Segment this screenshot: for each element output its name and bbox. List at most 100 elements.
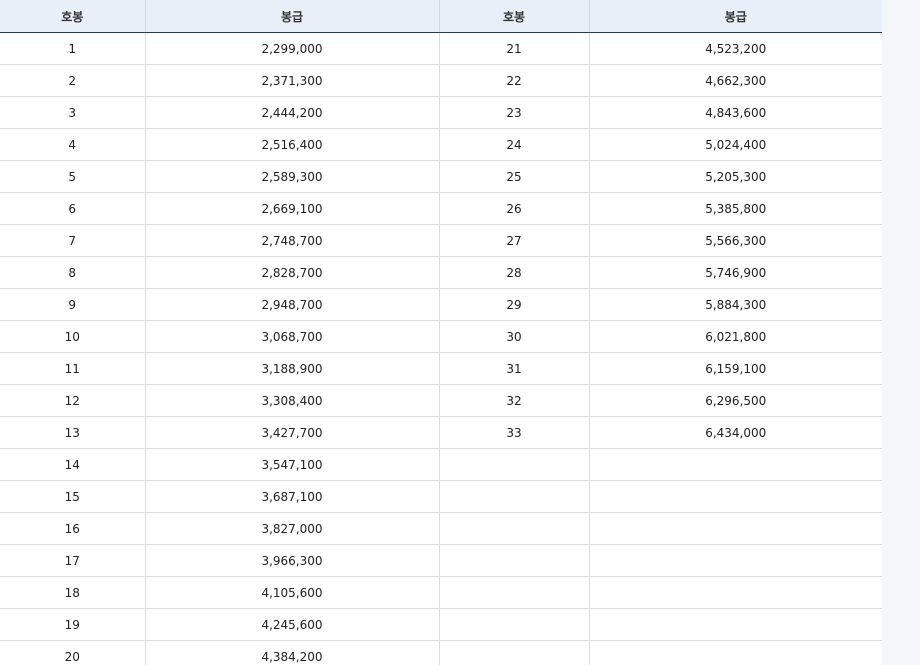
step-cell-left: 19 [0,608,145,641]
salary-cell-left: 2,444,200 [144,96,439,129]
salary-cell-right: 5,566,300 [588,224,882,257]
salary-cell-left: 2,828,700 [144,256,439,289]
step-cell-right: 33 [438,416,589,449]
table-row: 16 3,827,000 [0,512,882,545]
table-row: 19 4,245,600 [0,608,882,641]
step-cell-left: 7 [0,224,145,257]
table-row: 8 2,828,700 28 5,746,900 [0,256,882,289]
table-row: 20 4,384,200 [0,640,882,665]
step-cell-right [438,608,589,641]
table-row: 11 3,188,900 31 6,159,100 [0,352,882,385]
table-row: 18 4,105,600 [0,576,882,609]
step-cell-right [438,512,589,545]
salary-cell-left: 3,427,700 [144,416,439,449]
step-cell-left: 2 [0,64,145,97]
step-cell-left: 20 [0,640,145,665]
step-cell-right [438,576,589,609]
step-cell-right: 27 [438,224,589,257]
step-cell-right: 25 [438,160,589,193]
salary-cell-right: 6,021,800 [588,320,882,353]
salary-cell-left: 3,547,100 [144,448,439,481]
step-cell-left: 14 [0,448,145,481]
salary-cell-right: 5,746,900 [588,256,882,289]
table-row: 12 3,308,400 32 6,296,500 [0,384,882,417]
salary-cell-left: 3,966,300 [144,544,439,577]
salary-step-table: 호봉 봉급 호봉 봉급 1 2,299,000 21 4,523,200 2 2,371,… [0,0,882,665]
step-cell-left: 10 [0,320,145,353]
step-cell-right: 24 [438,128,589,161]
step-cell-right: 28 [438,256,589,289]
salary-cell-left: 3,188,900 [144,352,439,385]
salary-cell-left: 3,827,000 [144,512,439,545]
step-cell-right: 23 [438,96,589,129]
salary-cell-left: 2,299,000 [144,32,439,65]
table-header: 호봉 봉급 호봉 봉급 [0,0,882,33]
step-cell-left: 12 [0,384,145,417]
step-cell-right [438,448,589,481]
table-row: 1 2,299,000 21 4,523,200 [0,32,882,65]
salary-cell-right: 5,024,400 [588,128,882,161]
salary-cell-left: 4,105,600 [144,576,439,609]
salary-cell-left: 2,371,300 [144,64,439,97]
salary-cell-right [588,480,882,513]
salary-cell-left: 2,948,700 [144,288,439,321]
table-row: 7 2,748,700 27 5,566,300 [0,224,882,257]
salary-cell-left: 2,669,100 [144,192,439,225]
header-row: 호봉 봉급 호봉 봉급 [0,0,882,33]
salary-cell-left: 2,748,700 [144,224,439,257]
step-cell-left: 15 [0,480,145,513]
salary-cell-right: 5,205,300 [588,160,882,193]
salary-cell-left: 2,516,400 [144,128,439,161]
salary-cell-right: 6,159,100 [588,352,882,385]
step-cell-right: 31 [438,352,589,385]
step-cell-right: 29 [438,288,589,321]
salary-cell-right: 6,434,000 [588,416,882,449]
table-row: 3 2,444,200 23 4,843,600 [0,96,882,129]
step-cell-left: 13 [0,416,145,449]
table-row: 15 3,687,100 [0,480,882,513]
salary-cell-left: 4,245,600 [144,608,439,641]
table-row: 17 3,966,300 [0,544,882,577]
step-cell-left: 18 [0,576,145,609]
salary-cell-right: 4,843,600 [588,96,882,129]
table-row: 4 2,516,400 24 5,024,400 [0,128,882,161]
table-row: 10 3,068,700 30 6,021,800 [0,320,882,353]
header-step-left: 호봉 [0,0,145,33]
step-cell-right [438,640,589,665]
salary-cell-left: 4,384,200 [144,640,439,665]
salary-cell-left: 2,589,300 [144,160,439,193]
step-cell-right [438,544,589,577]
page: 호봉 봉급 호봉 봉급 1 2,299,000 21 4,523,200 2 2,371,… [0,0,882,665]
salary-cell-left: 3,687,100 [144,480,439,513]
step-cell-right: 21 [438,32,589,65]
step-cell-left: 6 [0,192,145,225]
step-cell-right: 22 [438,64,589,97]
step-cell-left: 3 [0,96,145,129]
step-cell-right: 30 [438,320,589,353]
table-row: 5 2,589,300 25 5,205,300 [0,160,882,193]
step-cell-left: 11 [0,352,145,385]
salary-cell-right [588,608,882,641]
table-row: 13 3,427,700 33 6,434,000 [0,416,882,449]
header-salary-right: 봉급 [588,0,882,33]
salary-cell-right: 5,884,300 [588,288,882,321]
salary-cell-right: 6,296,500 [588,384,882,417]
step-cell-left: 1 [0,32,145,65]
salary-cell-left: 3,068,700 [144,320,439,353]
step-cell-left: 17 [0,544,145,577]
step-cell-left: 9 [0,288,145,321]
salary-cell-right: 4,662,300 [588,64,882,97]
salary-cell-right [588,576,882,609]
step-cell-left: 4 [0,128,145,161]
step-cell-right: 32 [438,384,589,417]
step-cell-left: 16 [0,512,145,545]
salary-cell-right: 5,385,800 [588,192,882,225]
header-step-right: 호봉 [438,0,589,33]
step-cell-right [438,480,589,513]
step-cell-right: 26 [438,192,589,225]
salary-cell-right [588,448,882,481]
table-row: 14 3,547,100 [0,448,882,481]
salary-cell-left: 3,308,400 [144,384,439,417]
table-row: 2 2,371,300 22 4,662,300 [0,64,882,97]
table-body: 1 2,299,000 21 4,523,200 2 2,371,300 22 4,662,3… [0,32,882,665]
